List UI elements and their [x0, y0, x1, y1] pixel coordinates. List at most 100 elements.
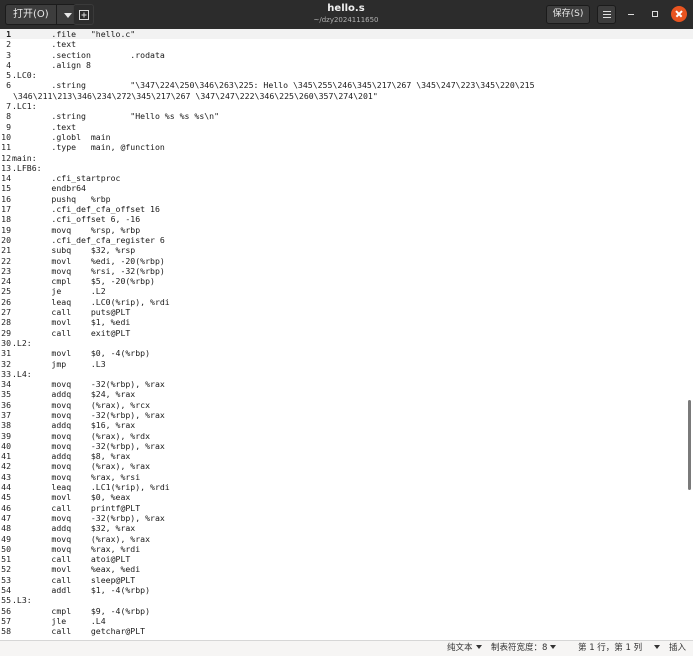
code-line[interactable]: 10 .globl main: [0, 132, 693, 142]
code-line[interactable]: 2 .text: [0, 39, 693, 49]
insert-mode-indicator[interactable]: 插入: [669, 641, 686, 656]
code-line[interactable]: 12 main:: [0, 153, 693, 163]
code-line[interactable]: 25 je .L2: [0, 286, 693, 296]
code-line[interactable]: 19 movq %rsp, %rbp: [0, 225, 693, 235]
line-number: 2: [6, 39, 11, 50]
code-line[interactable]: 3 .section .rodata: [0, 50, 693, 60]
code-line[interactable]: 50 movq %rax, %rdi: [0, 544, 693, 554]
code-line[interactable]: 27 call puts@PLT: [0, 307, 693, 317]
line-text: movl $0, -4(%rbp): [12, 348, 151, 359]
line-text: .L4:: [12, 368, 32, 379]
code-line[interactable]: 38 addq $16, %rax: [0, 420, 693, 430]
code-line[interactable]: 15 endbr64: [0, 183, 693, 193]
code-line[interactable]: 39 movq (%rax), %rdx: [0, 431, 693, 441]
hamburger-menu-button[interactable]: [597, 5, 616, 24]
close-button[interactable]: [671, 6, 687, 22]
code-line[interactable]: 24 cmpl $5, -20(%rbp): [0, 276, 693, 286]
line-text: movq %rax, %rsi: [12, 471, 141, 482]
line-number: 19: [1, 224, 11, 235]
code-line[interactable]: 7 .LC1:: [0, 101, 693, 111]
line-number: 55: [1, 595, 11, 606]
line-number: 40: [1, 440, 11, 451]
line-number: 39: [1, 430, 11, 441]
line-text: .L2:: [12, 337, 32, 348]
vertical-scrollbar[interactable]: [688, 400, 691, 490]
code-line[interactable]: 23 movq %rsi, -32(%rbp): [0, 266, 693, 276]
code-line[interactable]: 30 .L2:: [0, 338, 693, 348]
line-number: 47: [1, 512, 11, 523]
code-line[interactable]: 35 addq $24, %rax: [0, 389, 693, 399]
code-line[interactable]: 46 call printf@PLT: [0, 503, 693, 513]
maximize-button[interactable]: [652, 11, 658, 17]
code-line[interactable]: 8 .string "Hello %s %s %s\n": [0, 111, 693, 121]
code-line[interactable]: 18 .cfi_offset 6, -16: [0, 214, 693, 224]
code-line[interactable]: 31 movl $0, -4(%rbp): [0, 348, 693, 358]
line-number: 44: [1, 482, 11, 493]
code-line[interactable]: 56 cmpl $9, -4(%rbp): [0, 606, 693, 616]
line-number: 15: [1, 183, 11, 194]
new-document-button[interactable]: [73, 4, 94, 25]
code-line[interactable]: 22 movl %edi, -20(%rbp): [0, 256, 693, 266]
line-number: 6: [6, 80, 11, 91]
line-number: 4: [6, 59, 11, 70]
code-line[interactable]: 29 call exit@PLT: [0, 328, 693, 338]
line-text: movl %eax, %edi: [12, 564, 141, 575]
code-line[interactable]: 55 .L3:: [0, 595, 693, 605]
code-line[interactable]: 43 movq %rax, %rsi: [0, 472, 693, 482]
open-button-group: 打开(O): [5, 4, 79, 25]
code-line[interactable]: 32 jmp .L3: [0, 359, 693, 369]
code-line[interactable]: 13 .LFB6:: [0, 163, 693, 173]
code-line[interactable]: 36 movq (%rax), %rcx: [0, 400, 693, 410]
code-line[interactable]: 14 .cfi_startproc: [0, 173, 693, 183]
code-line[interactable]: 9 .text: [0, 122, 693, 132]
code-line[interactable]: 57 jle .L4: [0, 616, 693, 626]
language-selector[interactable]: 纯文本: [447, 641, 482, 656]
code-line[interactable]: 40 movq -32(%rbp), %rax: [0, 441, 693, 451]
code-line[interactable]: 54 addl $1, -4(%rbp): [0, 585, 693, 595]
open-button[interactable]: 打开(O): [5, 4, 57, 25]
window-title-area: hello.s ~/dzy2024111650: [246, 3, 446, 25]
line-number: 46: [1, 502, 11, 513]
code-line[interactable]: 28 movl $1, %edi: [0, 317, 693, 327]
code-line[interactable]: 4 .align 8: [0, 60, 693, 70]
window-title: hello.s: [327, 3, 365, 14]
code-line[interactable]: 33 .L4:: [0, 369, 693, 379]
code-line[interactable]: 51 call atoi@PLT: [0, 554, 693, 564]
code-line[interactable]: 11 .type main, @function: [0, 142, 693, 152]
cursor-position-selector[interactable]: 第 1 行，第 1 列: [578, 641, 661, 656]
code-line[interactable]: 16 pushq %rbp: [0, 194, 693, 204]
code-line[interactable]: 37 movq -32(%rbp), %rax: [0, 410, 693, 420]
code-line[interactable]: \346\211\213\346\234\272\345\217\267 \34…: [0, 91, 693, 101]
code-line[interactable]: 5 .LC0:: [0, 70, 693, 80]
tab-width-selector[interactable]: 制表符宽度：8: [491, 641, 557, 656]
code-line[interactable]: 45 movl $0, %eax: [0, 492, 693, 502]
code-line[interactable]: 41 addq $8, %rax: [0, 451, 693, 461]
code-line[interactable]: 6 .string "\347\224\250\346\263\225: Hel…: [0, 80, 693, 90]
code-line[interactable]: 42 movq (%rax), %rax: [0, 461, 693, 471]
line-number: 58: [1, 626, 11, 637]
line-number: 35: [1, 389, 11, 400]
code-line[interactable]: 48 addq $32, %rax: [0, 523, 693, 533]
code-line[interactable]: 17 .cfi_def_cfa_offset 16: [0, 204, 693, 214]
code-line[interactable]: 26 leaq .LC0(%rip), %rdi: [0, 297, 693, 307]
line-text: movl %edi, -20(%rbp): [12, 255, 165, 266]
text-editor[interactable]: 1 .file "hello.c" 2 .text 3 .section .roda…: [0, 29, 693, 640]
code-line[interactable]: 47 movq -32(%rbp), %rax: [0, 513, 693, 523]
minimize-button[interactable]: [628, 14, 634, 15]
line-text: addq $32, %rax: [12, 523, 136, 534]
line-text: .cfi_def_cfa_register 6: [12, 234, 165, 245]
code-line[interactable]: 34 movq -32(%rbp), %rax: [0, 379, 693, 389]
code-line[interactable]: 1 .file "hello.c": [0, 29, 693, 40]
code-line[interactable]: 53 call sleep@PLT: [0, 575, 693, 585]
line-text: .cfi_def_cfa_offset 16: [12, 204, 160, 215]
code-line[interactable]: 44 leaq .LC1(%rip), %rdi: [0, 482, 693, 492]
line-number: 7: [6, 101, 11, 112]
line-number: 38: [1, 420, 11, 431]
code-line[interactable]: 58 call getchar@PLT: [0, 626, 693, 636]
line-number: 23: [1, 265, 11, 276]
code-line[interactable]: 52 movl %eax, %edi: [0, 564, 693, 574]
code-line[interactable]: 20 .cfi_def_cfa_register 6: [0, 235, 693, 245]
code-line[interactable]: 49 movq (%rax), %rax: [0, 534, 693, 544]
code-line[interactable]: 21 subq $32, %rsp: [0, 245, 693, 255]
save-button[interactable]: 保存(S): [546, 5, 590, 24]
